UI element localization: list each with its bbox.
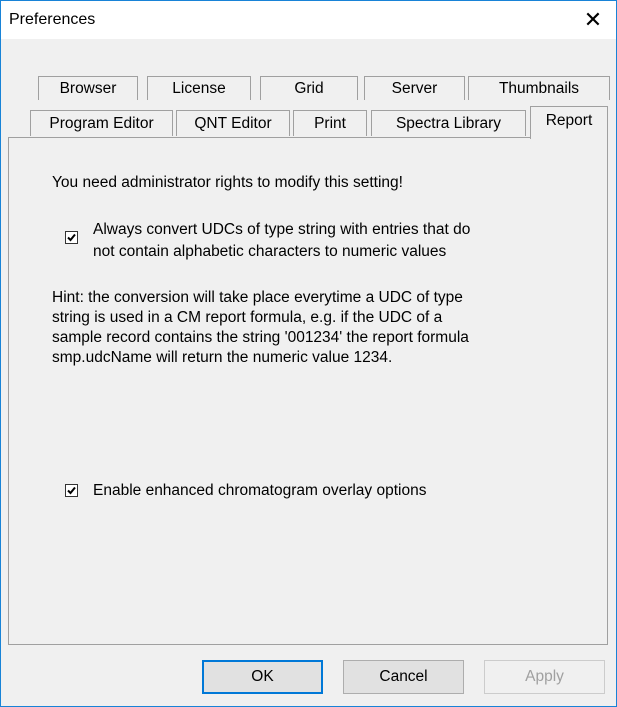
dialog-title: Preferences [9, 11, 96, 28]
ok-button[interactable]: OK [202, 660, 323, 694]
tab-thumbnails[interactable]: Thumbnails [468, 76, 610, 100]
apply-button[interactable]: Apply [484, 660, 605, 694]
tab-server[interactable]: Server [364, 76, 465, 100]
convert-udcs-checkbox[interactable] [65, 231, 78, 244]
convert-udcs-label: Always convert UDCs of type string with … [93, 219, 470, 263]
tab-grid[interactable]: Grid [260, 76, 358, 100]
admin-notice: You need administrator rights to modify … [52, 174, 403, 191]
tab-browser[interactable]: Browser [38, 76, 138, 100]
overlay-options-label: Enable enhanced chromatogram overlay opt… [93, 482, 427, 499]
tab-print[interactable]: Print [293, 110, 367, 136]
tab-report[interactable]: Report [530, 106, 608, 139]
close-icon[interactable]: ✕ [570, 1, 616, 39]
convert-udcs-label-line1: Always convert UDCs of type string with … [93, 221, 471, 238]
tab-spectra-library[interactable]: Spectra Library [371, 110, 526, 136]
tab-program-editor[interactable]: Program Editor [30, 110, 173, 136]
hint-line: Hint: the conversion will take place eve… [52, 289, 463, 306]
hint-line: string is used in a CM report formula, e… [52, 309, 443, 326]
convert-udcs-label-line2: not contain alphabetic characters to num… [93, 243, 447, 260]
hint-text: Hint: the conversion will take place eve… [52, 288, 592, 368]
title-bar: Preferences ✕ [1, 1, 616, 39]
tab-license[interactable]: License [147, 76, 251, 100]
hint-line: sample record contains the string '00123… [52, 329, 469, 346]
checkmark-icon [67, 233, 76, 242]
hint-line: smp.udcName will return the numeric valu… [52, 349, 393, 366]
overlay-options-checkbox[interactable] [65, 484, 78, 497]
checkmark-icon [67, 486, 76, 495]
cancel-button[interactable]: Cancel [343, 660, 464, 694]
report-tab-panel [8, 137, 608, 645]
tab-qnt-editor[interactable]: QNT Editor [176, 110, 290, 136]
